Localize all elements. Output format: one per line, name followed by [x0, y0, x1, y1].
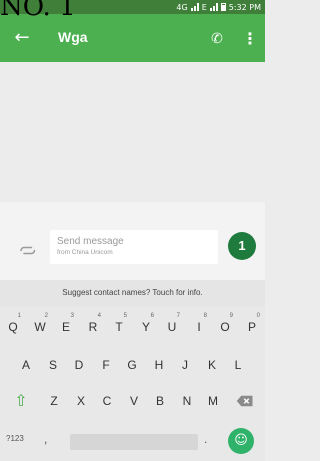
key-m-label: M: [208, 394, 218, 408]
signal-2-icon: [209, 3, 218, 11]
key-r[interactable]: R4: [81, 312, 105, 342]
key-i-label: I: [197, 320, 201, 334]
key-c[interactable]: C: [95, 386, 119, 416]
conversation-title: Wga: [58, 29, 88, 45]
key-k-label: K: [207, 358, 216, 372]
back-arrow-icon[interactable]: ←: [12, 28, 32, 48]
comma-key[interactable]: ,: [44, 432, 47, 446]
battery-icon: [220, 3, 226, 11]
key-h-label: H: [154, 358, 164, 372]
shift-key-icon[interactable]: ⇧: [10, 392, 32, 410]
key-i-number-hint: 8: [203, 313, 207, 319]
key-u-label: U: [167, 320, 177, 334]
key-o-label: O: [220, 320, 230, 334]
key-s-label: S: [48, 358, 57, 372]
key-k[interactable]: K: [200, 350, 224, 380]
message-placeholder: Send message: [57, 236, 124, 247]
key-z-label: Z: [50, 394, 58, 408]
key-h[interactable]: H: [147, 350, 171, 380]
network-type-2: E: [201, 2, 207, 12]
key-m[interactable]: M: [201, 386, 225, 416]
key-x[interactable]: X: [69, 386, 93, 416]
key-s[interactable]: S: [41, 350, 65, 380]
key-n-label: N: [182, 394, 192, 408]
key-w-label: W: [34, 320, 46, 334]
phone-icon[interactable]: ✆: [208, 30, 226, 48]
key-j-label: J: [182, 358, 188, 372]
status-icons: 4G E 5:32 PM: [176, 1, 261, 13]
key-o-number-hint: 9: [229, 313, 233, 319]
app: NO. 1 4G E 5:32 PM ← Wga ✆ ⋮ Send messag…: [0, 0, 265, 461]
key-v[interactable]: V: [122, 386, 146, 416]
keyboard-row-3: ⇧ Z X C V B N M: [0, 386, 265, 416]
key-f[interactable]: F: [94, 350, 118, 380]
key-p-label: P: [247, 320, 256, 334]
key-t[interactable]: T5: [107, 312, 131, 342]
key-q-label: Q: [8, 320, 18, 334]
period-key[interactable]: .: [204, 432, 207, 446]
key-p-number-hint: 0: [256, 313, 260, 319]
key-l[interactable]: L: [226, 350, 250, 380]
key-q-number-hint: 1: [17, 313, 21, 319]
conversation-area: [0, 62, 265, 202]
key-z[interactable]: Z: [42, 386, 66, 416]
key-j[interactable]: J: [173, 350, 197, 380]
signal-1-icon: [190, 3, 199, 11]
emoji-key-icon[interactable]: ☺: [228, 428, 254, 454]
more-options-icon[interactable]: ⋮: [242, 29, 258, 49]
message-input[interactable]: Send message from China Unicom: [50, 230, 218, 264]
overlay-label: NO. 1: [0, 0, 76, 22]
key-u[interactable]: U7: [160, 312, 184, 342]
backspace-key-icon[interactable]: [236, 394, 254, 408]
compose-bar: Send message from China Unicom 1: [0, 202, 265, 280]
key-f-label: F: [102, 358, 110, 372]
key-x-label: X: [76, 394, 85, 408]
clock: 5:32 PM: [228, 2, 261, 12]
keyboard: Q1W2E3R4T5Y6U7I8O9P0 ASDFGHJKL ⇧ ZXCVBNM…: [0, 306, 265, 461]
key-w-number-hint: 2: [44, 313, 48, 319]
key-a[interactable]: A: [14, 350, 38, 380]
key-l-label: L: [234, 358, 242, 372]
send-button[interactable]: 1: [228, 232, 256, 260]
key-q[interactable]: Q1: [1, 312, 25, 342]
key-t-label: T: [115, 320, 123, 334]
sim-label: from China Unicom: [57, 249, 113, 256]
key-w[interactable]: W2: [28, 312, 52, 342]
key-y[interactable]: Y6: [134, 312, 158, 342]
key-e-number-hint: 3: [70, 313, 74, 319]
key-b[interactable]: B: [148, 386, 172, 416]
key-i[interactable]: I8: [187, 312, 211, 342]
key-d[interactable]: D: [67, 350, 91, 380]
key-p[interactable]: P0: [240, 312, 264, 342]
key-g[interactable]: G: [120, 350, 144, 380]
key-y-number-hint: 6: [150, 313, 154, 319]
key-v-label: V: [129, 394, 138, 408]
network-type-1: 4G: [176, 2, 188, 12]
key-n[interactable]: N: [175, 386, 199, 416]
key-d-label: D: [74, 358, 84, 372]
key-t-number-hint: 5: [123, 313, 127, 319]
symbols-key[interactable]: ?123: [6, 434, 24, 443]
key-e-label: E: [61, 320, 70, 334]
keyboard-row-1: Q1W2E3R4T5Y6U7I8O9P0: [0, 312, 265, 342]
space-key[interactable]: [70, 434, 198, 450]
key-y-label: Y: [141, 320, 150, 334]
key-c-label: C: [102, 394, 112, 408]
key-g-label: G: [127, 358, 137, 372]
key-b-label: B: [155, 394, 164, 408]
key-o[interactable]: O9: [213, 312, 237, 342]
key-e[interactable]: E3: [54, 312, 78, 342]
key-u-number-hint: 7: [176, 313, 180, 319]
key-a-label: A: [21, 358, 30, 372]
keyboard-row-2: ASDFGHJKL: [0, 350, 265, 380]
attach-icon[interactable]: [18, 240, 36, 258]
keyboard-row-4: ?123 , . ☺: [0, 426, 265, 456]
key-r-label: R: [88, 320, 98, 334]
key-r-number-hint: 4: [97, 313, 101, 319]
suggestion-bar[interactable]: Suggest contact names? Touch for info.: [0, 280, 265, 306]
